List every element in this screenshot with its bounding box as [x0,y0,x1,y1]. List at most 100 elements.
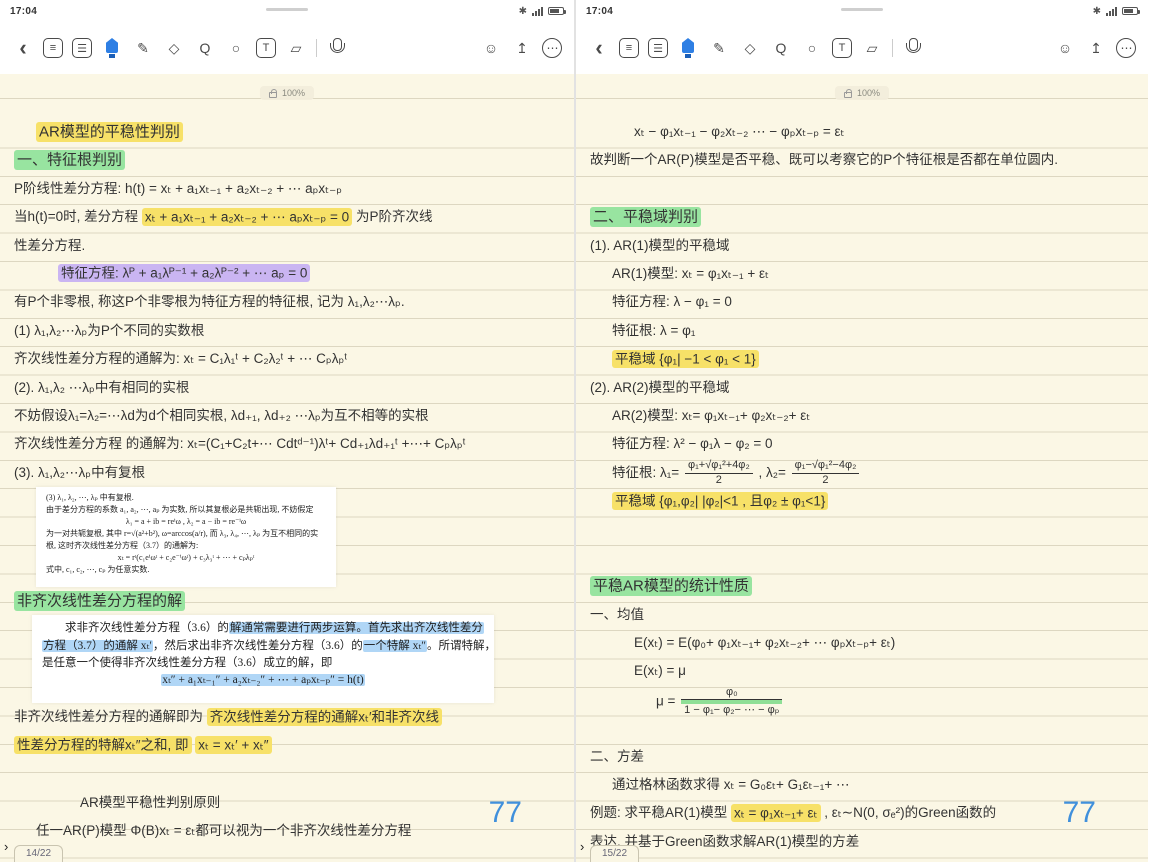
highlighted-text: 非齐次线性差分方程的解 [14,591,185,611]
page-number: 77 [489,796,522,830]
handwritten-line: AR模型平稳性判别原则 [8,789,572,817]
text-segment: 特征根: λ = φ₁ [612,323,695,338]
drag-handle-icon [841,8,883,11]
highlighted-text: AR模型的平稳性判别 [36,122,183,142]
more-icon[interactable]: ⋯ [1116,38,1136,58]
highlighted-text: 一个特解 xₜ″ [363,640,427,652]
handwritten-line: 二、方差 [584,743,1146,771]
handwritten-line: 非齐次线性差分方程的解 [8,587,572,615]
handwritten-line: (3). λ₁,λ₂⋯λₚ中有复根 [8,459,572,487]
text-segment: 非齐次线性差分方程的通解即为 [14,709,207,724]
drag-handle-icon [266,8,308,11]
print-line: 式中, c₁, c₂, ⋯, cₚ 为任意实数. [46,564,326,576]
text-segment: P阶线性差分方程: h(t) = xₜ + a₁xₜ₋₁ + a₂xₜ₋₂ + … [14,181,342,196]
more-icon[interactable]: ⋯ [542,38,562,58]
print-line: xₜ = rᵗ(c₁eⁱωᵗ + c₂e⁻ⁱωᵗ) + c₃λ₃ᵗ + ⋯ + … [46,552,326,564]
text-segment: AR(1)模型: xₜ = φ₁xₜ₋₁ + εₜ [612,266,769,281]
text-segment: 。所谓特解，就 [427,640,494,652]
page-indicator[interactable]: 14/22 [14,845,63,862]
highlighted-text: 解通常需要进行两步运算。首先求出齐次线性差分 [229,622,484,634]
text-segment: 由于差分方程的系数 a₁, a₂, ⋯, aₚ 为实数, 所以其复根必是共轭出现… [46,505,313,514]
eraser-icon[interactable]: ◇ [739,37,761,59]
text-icon[interactable]: T [832,38,852,58]
handwritten-line: 故判断一个AR(P)模型是否平稳、既可以考察它的P个特征根是否都在单位圆内. [584,146,1146,174]
pasted-textbook-snippet: (3) λ₁, λ₂, ⋯, λₚ 中有复根.由于差分方程的系数 a₁, a₂,… [36,487,336,587]
text-segment: xₜ − φ₁xₜ₋₁ − φ₂xₜ₋₂ ⋯ − φₚxₜ₋ₚ = εₜ [634,124,845,139]
handwritten-line: 当h(t)=0时, 差分方程 xₜ + a₁xₜ₋₁ + a₂xₜ₋₂ + ⋯ … [8,203,572,231]
text-segment: (2). λ₁,λ₂ ⋯λₚ中有相同的实根 [14,380,189,395]
handwritten-line: 性差分方程. [8,232,572,260]
print-line: 由于差分方程的系数 a₁, a₂, ⋯, aₚ 为实数, 所以其复根必是共轭出现… [46,504,326,516]
handwritten-line: 二、平稳域判别 [584,203,1146,231]
share-icon[interactable]: ↥ [511,37,533,59]
pen-icon[interactable]: ✎ [708,37,730,59]
mic-icon[interactable] [326,37,348,59]
toolbar: ‹ ≡ ☰ ✎ ◇ Q ○ T ▱ ☺ ↥ ⋯ [576,22,1148,74]
handwritten-line: 表达, 并基于Green函数求解AR(1)模型的方差 [584,828,1146,856]
handwritten-line: 一、均值 [584,601,1146,629]
text-segment: 齐次线性差分方程的通解为: xₜ = C₁λ₁ᵗ + C₂λ₂ᵗ + ⋯ Cₚλ… [14,351,347,366]
back-icon[interactable]: ‹ [12,37,34,59]
bookmarks-icon[interactable]: ☰ [648,38,668,58]
handwritten-line: 特征方程: λ − φ₁ = 0 [584,288,1146,316]
paper-canvas[interactable]: 100% xₜ − φ₁xₜ₋₁ − φ₂xₜ₋₂ ⋯ − φₚxₜ₋ₚ = ε… [576,74,1148,862]
handwritten-line: 平稳域 {φ₁| −1 < φ₁ < 1} [584,345,1146,373]
mic-icon[interactable] [902,37,924,59]
sticker-icon[interactable]: ☺ [1054,37,1076,59]
text-segment: μ = [656,693,679,708]
lasso-icon[interactable]: Q [194,37,216,59]
highlighted-text: xₜ = xₜ′ + xₜ″ [195,736,271,754]
handwritten-line: 平稳AR模型的统计性质 [584,572,1146,600]
page-indicator[interactable]: 15/22 [590,845,639,862]
tape-icon[interactable]: ▱ [861,37,883,59]
highlighted-text: 平稳域 {φ₁| −1 < φ₁ < 1} [612,350,759,368]
share-icon[interactable]: ↥ [1085,37,1107,59]
handwritten-line: E(xₜ) = E(φ₀+ φ₁xₜ₋₁+ φ₂xₜ₋₂+ ⋯ φₚxₜ₋ₚ+ … [584,629,1146,657]
text-segment: 二、方差 [590,749,644,764]
paper-canvas[interactable]: 100% AR模型的平稳性判别一、特征根判别 P阶线性差分方程: h(t) = x… [0,74,574,862]
highlighted-text: 一、特征根判别 [14,150,125,170]
bookmarks-icon[interactable]: ☰ [72,38,92,58]
shapes-icon[interactable]: ○ [801,37,823,59]
handwritten-line: 齐次线性差分方程的通解为: xₜ = C₁λ₁ᵗ + C₂λ₂ᵗ + ⋯ Cₚλ… [8,345,572,373]
text-segment: 例题: 求平稳AR(1)模型 [590,805,731,820]
zoom-indicator[interactable]: 100% [835,86,889,100]
eraser-icon[interactable]: ◇ [163,37,185,59]
print-line: λ₁ = a + ib = reⁱω , λ₂ = a − ib = re⁻ⁱω [46,516,326,528]
zoom-indicator[interactable]: 100% [260,86,314,100]
text-segment: 不妨假设λ₁=λ₂=⋯λd为d个相同实根, λd₊₁, λd₊₂ ⋯λₚ为互不相… [14,408,429,423]
text-segment: ，然后求出非齐次线性差分方程（3.6）的 [153,640,363,652]
sidebar-chevron-icon[interactable]: › [4,839,8,854]
text-segment: 是任意一个使得非齐次线性差分方程（3.6）成立的解，即 [42,657,332,669]
lasso-icon[interactable]: Q [770,37,792,59]
sidebar-chevron-icon[interactable]: › [580,839,584,854]
text-segment: 为P阶齐次线 [352,209,432,224]
toolbar: ‹ ≡ ☰ ✎ ◇ Q ○ T ▱ ☺ ↥ ⋯ [0,22,574,74]
favorite-pen-icon[interactable] [101,37,123,59]
text-segment: E(xₜ) = μ [634,663,686,678]
zoom-level: 100% [857,88,880,98]
fraction: φ₁+√φ₁²+4φ₂2 [685,459,753,487]
tape-icon[interactable]: ▱ [285,37,307,59]
outline-icon[interactable]: ≡ [619,38,639,58]
highlighted-text: xₜ″ + a₁xₜ₋₁″ + a₂xₜ₋₂″ + ⋯ + aₚxₜ₋ₚ″ = … [161,674,365,686]
handwritten-line: (1) λ₁,λ₂⋯λₚ为P个不同的实数根 [8,317,572,345]
sticker-icon[interactable]: ☺ [480,37,502,59]
handwritten-line: 特征方程: λ² − φ₁λ − φ₂ = 0 [584,430,1146,458]
highlighted-text: 平稳域 {φ₁,φ₂| |φ₂|<1 , 且φ₂ ± φ₁<1} [612,492,828,510]
handwritten-line: 平稳域 {φ₁,φ₂| |φ₂|<1 , 且φ₂ ± φ₁<1} [584,487,1146,515]
text-segment: 一、均值 [590,607,644,622]
handwritten-line: 不妨假设λ₁=λ₂=⋯λd为d个相同实根, λd₊₁, λd₊₂ ⋯λₚ为互不相… [8,402,572,430]
outline-icon[interactable]: ≡ [43,38,63,58]
handwritten-line: AR模型的平稳性判别 [8,118,572,146]
text-segment: 性差分方程. [14,238,85,253]
favorite-pen-icon[interactable] [677,37,699,59]
pen-icon[interactable]: ✎ [132,37,154,59]
handwritten-line: AR(2)模型: xₜ= φ₁xₜ₋₁+ φ₂xₜ₋₂+ εₜ [584,402,1146,430]
text-segment: 为一对共轭复根, 其中 r=√(a²+b²), ω=arccos(a/r), 而… [46,529,318,538]
print-line: 为一对共轭复根, 其中 r=√(a²+b²), ω=arccos(a/r), 而… [46,528,326,540]
back-icon[interactable]: ‹ [588,37,610,59]
shapes-icon[interactable]: ○ [225,37,247,59]
text-icon[interactable]: T [256,38,276,58]
handwritten-line: 一、特征根判别 [8,146,572,174]
